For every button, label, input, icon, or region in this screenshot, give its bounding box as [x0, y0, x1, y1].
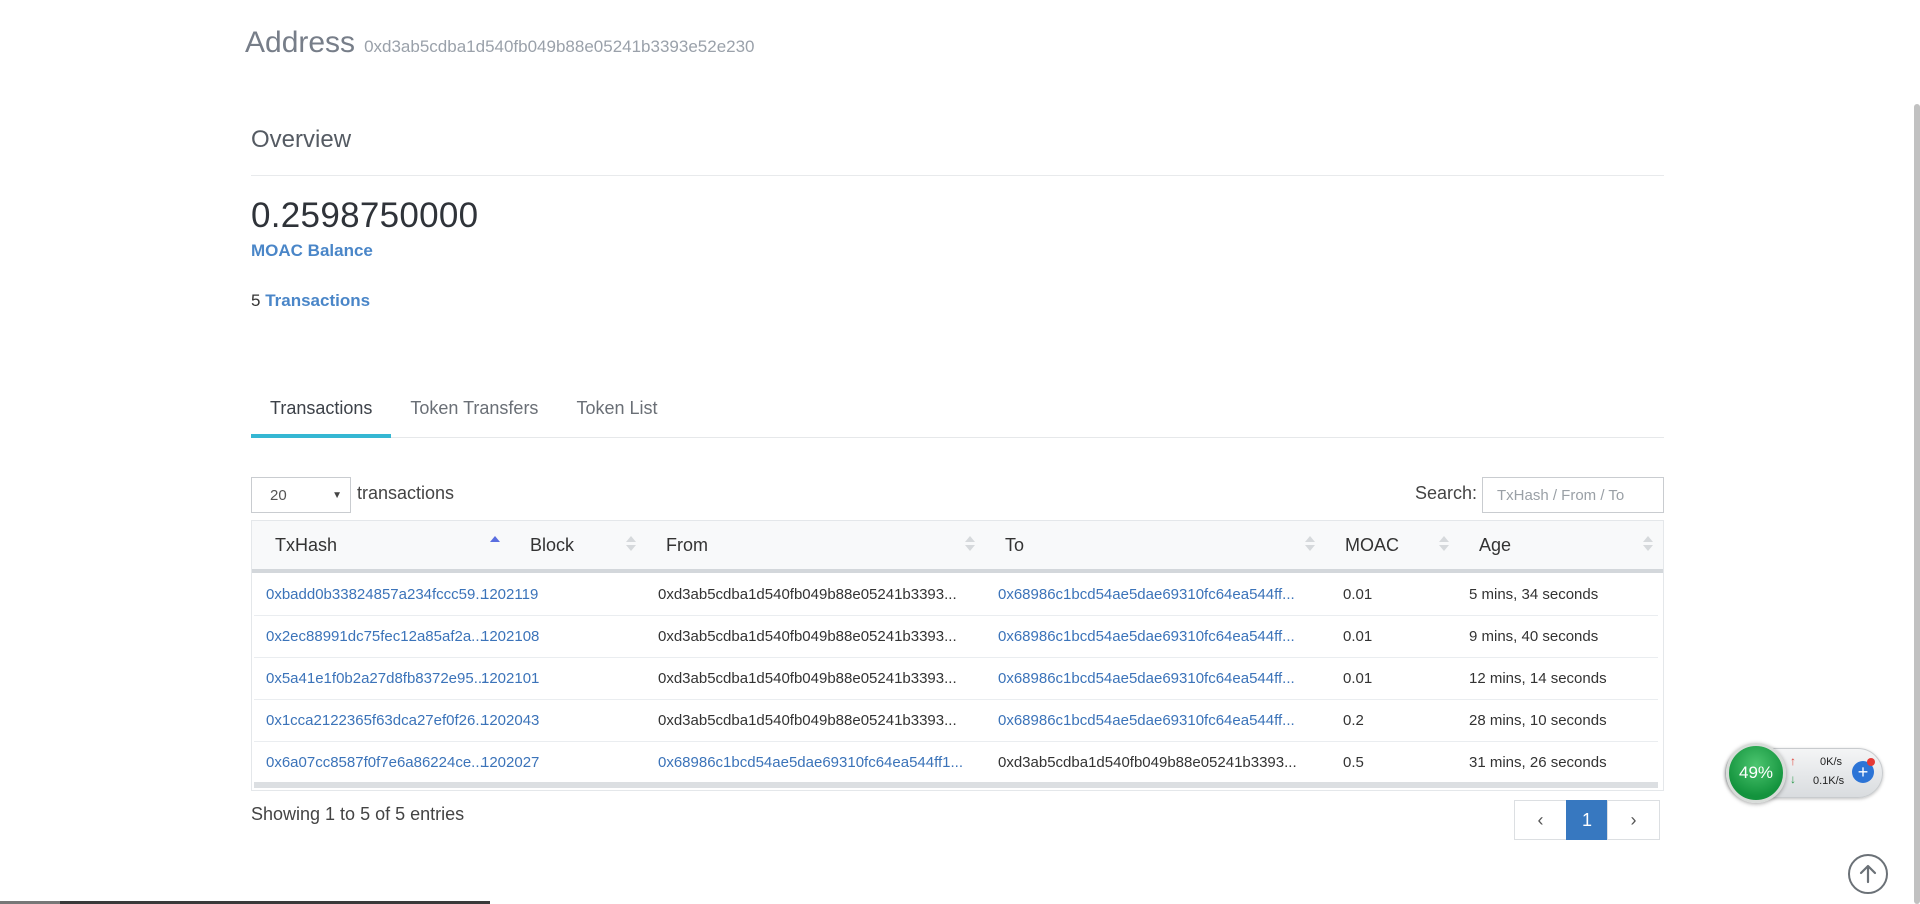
age-value: 9 mins, 40 seconds	[1469, 628, 1599, 645]
moac-value: 0.2	[1343, 712, 1364, 729]
age-value: 31 mins, 26 seconds	[1469, 754, 1607, 771]
sort-icon[interactable]	[1439, 536, 1449, 552]
chevron-down-icon: ▼	[332, 490, 342, 501]
from-address: 0xd3ab5cdba1d540fb049b88e05241b3393...	[658, 586, 957, 603]
search-input[interactable]	[1482, 477, 1664, 513]
table-row: 0x5a41e1f0b2a27d8fb8372e95... 1202101 0x…	[254, 658, 1658, 700]
page-title: Address	[245, 26, 356, 59]
page-scrollbar[interactable]	[1914, 104, 1920, 904]
column-header-block[interactable]: Block	[530, 535, 574, 556]
table-row: 0x1cca2122365f63dca27ef0f26... 1202043 0…	[254, 700, 1658, 742]
tx-hash-link[interactable]: 0xbadd0b33824857a234fccc59...	[266, 586, 488, 603]
block-link[interactable]: 1202101	[481, 670, 539, 687]
notification-dot	[1867, 758, 1875, 766]
search-label: Search:	[1415, 483, 1478, 503]
from-address: 0xd3ab5cdba1d540fb049b88e05241b3393...	[658, 628, 957, 645]
tx-hash-link[interactable]: 0x6a07cc8587f0f7e6a86224ce...	[266, 754, 484, 771]
block-link[interactable]: 1202108	[481, 628, 539, 645]
column-header-from[interactable]: From	[666, 535, 708, 556]
upload-speed: 0K/s	[1820, 756, 1843, 768]
page-header: Address 0xd3ab5cdba1d540fb049b88e05241b3…	[245, 26, 755, 60]
table-header: TxHash Block From To MOAC Age	[252, 521, 1663, 573]
sort-icon[interactable]	[965, 536, 975, 552]
from-address: 0xd3ab5cdba1d540fb049b88e05241b3393...	[658, 670, 957, 687]
back-to-top-button[interactable]	[1848, 854, 1888, 894]
age-value: 28 mins, 10 seconds	[1469, 712, 1607, 729]
tab-token-transfers[interactable]: Token Transfers	[391, 390, 557, 438]
sort-icon[interactable]	[626, 536, 636, 552]
sort-icon[interactable]	[1643, 536, 1653, 552]
moac-value: 0.5	[1343, 754, 1364, 771]
table-scrollbar[interactable]	[254, 782, 1658, 788]
page-1-button[interactable]: 1	[1566, 800, 1608, 840]
moac-value: 0.01	[1343, 628, 1373, 645]
transaction-count-value: 5	[251, 291, 261, 310]
tx-hash-link[interactable]: 0x1cca2122365f63dca27ef0f26...	[266, 712, 488, 729]
table-row: 0x6a07cc8587f0f7e6a86224ce... 1202027 0x…	[254, 742, 1658, 784]
to-address-link[interactable]: 0x68986c1bcd54ae5dae69310fc64ea544ff...	[998, 670, 1295, 687]
balance-label: MOAC Balance	[251, 241, 373, 260]
transaction-count: 5 Transactions	[251, 291, 370, 311]
transactions-table: TxHash Block From To MOAC Age 0xbadd0b33…	[251, 520, 1664, 791]
next-page-button[interactable]: ›	[1607, 800, 1660, 840]
column-header-txhash[interactable]: TxHash	[275, 535, 337, 556]
divider	[251, 175, 1664, 176]
table-info: Showing 1 to 5 of 5 entries	[251, 804, 465, 824]
download-speed: 0.1K/s	[1813, 775, 1845, 787]
table-row: 0x2ec88991dc75fec12a85af2a... 1202108 0x…	[254, 616, 1658, 658]
block-link[interactable]: 1202027	[481, 754, 539, 771]
moac-value: 0.01	[1343, 586, 1373, 603]
tab-bar: Transactions Token Transfers Token List	[251, 390, 1664, 438]
from-address: 0xd3ab5cdba1d540fb049b88e05241b3393...	[658, 712, 957, 729]
tx-hash-link[interactable]: 0x2ec88991dc75fec12a85af2a...	[266, 628, 484, 645]
download-arrow-icon: ↓	[1790, 772, 1796, 786]
transactions-link[interactable]: Transactions	[265, 291, 370, 310]
column-header-moac[interactable]: MOAC	[1345, 535, 1399, 556]
to-address-link[interactable]: 0x68986c1bcd54ae5dae69310fc64ea544ff...	[998, 628, 1295, 645]
age-value: 5 mins, 34 seconds	[1469, 586, 1599, 603]
tab-transactions[interactable]: Transactions	[251, 390, 392, 438]
to-address: 0xd3ab5cdba1d540fb049b88e05241b3393...	[998, 754, 1297, 771]
address-hash: 0xd3ab5cdba1d540fb049b88e05241b3393e52e2…	[364, 37, 755, 56]
to-address-link[interactable]: 0x68986c1bcd54ae5dae69310fc64ea544ff...	[998, 712, 1295, 729]
page-length-value: 20	[270, 487, 287, 504]
sort-icon[interactable]	[1305, 536, 1315, 552]
column-header-to[interactable]: To	[1005, 535, 1024, 556]
from-address-link[interactable]: 0x68986c1bcd54ae5dae69310fc64ea544ff1...	[658, 754, 963, 771]
network-usage-indicator[interactable]: 49%	[1726, 743, 1786, 803]
sort-icon[interactable]	[490, 536, 500, 552]
age-value: 12 mins, 14 seconds	[1469, 670, 1607, 687]
upload-arrow-icon: ↑	[1790, 754, 1796, 768]
pagination: ‹ 1 ›	[1514, 800, 1660, 840]
tx-hash-link[interactable]: 0x5a41e1f0b2a27d8fb8372e95...	[266, 670, 486, 687]
to-address-link[interactable]: 0x68986c1bcd54ae5dae69310fc64ea544ff...	[998, 586, 1295, 603]
page-length-label: transactions	[357, 483, 455, 503]
column-header-age[interactable]: Age	[1479, 535, 1511, 556]
balance-value: 0.2598750000	[251, 196, 479, 235]
block-link[interactable]: 1202043	[481, 712, 539, 729]
tab-token-list[interactable]: Token List	[557, 390, 676, 438]
moac-value: 0.01	[1343, 670, 1373, 687]
previous-page-button[interactable]: ‹	[1514, 800, 1567, 840]
block-link[interactable]: 1202119	[481, 586, 538, 603]
page-length-select[interactable]: 20 ▼	[251, 477, 351, 513]
arrow-up-icon	[1859, 864, 1877, 884]
table-row: 0xbadd0b33824857a234fccc59... 1202119 0x…	[254, 574, 1658, 616]
overview-title: Overview	[251, 126, 352, 153]
